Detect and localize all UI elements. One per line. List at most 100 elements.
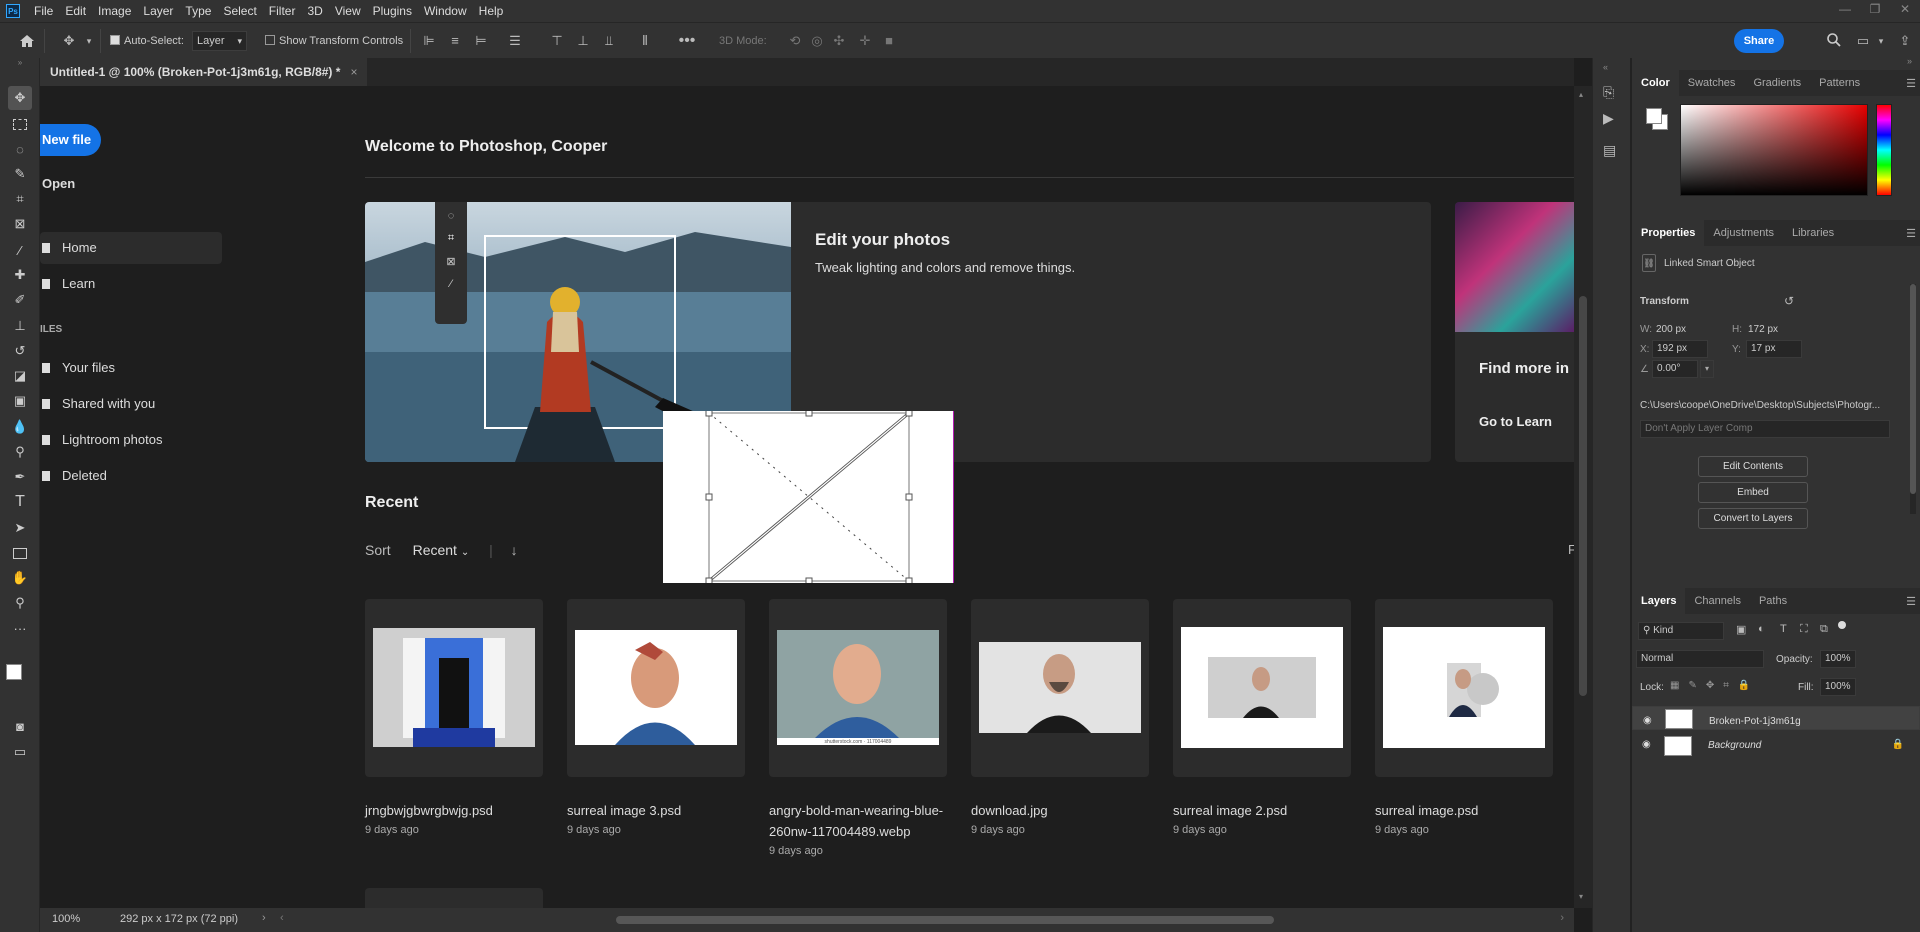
close-tab-icon[interactable]: × — [350, 65, 357, 79]
tab-patterns[interactable]: Patterns — [1810, 70, 1869, 96]
3d-orbit-icon[interactable]: ⟲ — [786, 32, 804, 50]
scroll-down-icon[interactable]: ▾ — [1579, 892, 1583, 901]
menu-layer[interactable]: Layer — [137, 0, 179, 22]
tab-libraries[interactable]: Libraries — [1783, 220, 1843, 246]
sidebar-item-shared[interactable]: Shared with you — [40, 388, 222, 420]
distribute-vertical-icon[interactable]: ⫴ — [636, 32, 654, 50]
visibility-eye-icon[interactable]: ◉ — [1642, 739, 1651, 750]
sidebar-item-deleted[interactable]: Deleted — [40, 460, 222, 492]
tab-swatches[interactable]: Swatches — [1679, 70, 1745, 96]
recent-file-name[interactable]: surreal image.psd 9 days ago — [1375, 800, 1557, 839]
type-tool-icon[interactable]: T — [8, 490, 32, 514]
sidebar-item-lightroom[interactable]: Lightroom photos — [40, 424, 222, 456]
share-export-icon[interactable]: ⇪ — [1896, 32, 1914, 50]
minimize-icon[interactable]: — — [1836, 2, 1854, 16]
auto-select-target-dropdown[interactable]: Layer ▾ — [192, 31, 247, 51]
recent-file-name[interactable]: download.jpg 9 days ago — [971, 800, 1153, 839]
image-filter-icon[interactable]: ▣ — [1736, 623, 1746, 636]
convert-to-layers-button[interactable]: Convert to Layers — [1698, 508, 1808, 529]
sidebar-item-learn[interactable]: Learn — [40, 268, 222, 300]
chevron-right-icon[interactable]: › — [262, 912, 266, 924]
3d-pan-icon[interactable]: ✣ — [830, 32, 848, 50]
embed-button[interactable]: Embed — [1698, 482, 1808, 503]
collapse-chevrons-icon[interactable]: « — [1603, 62, 1608, 72]
menu-type[interactable]: Type — [179, 0, 217, 22]
properties-scrollbar[interactable] — [1910, 284, 1916, 514]
recent-file-card[interactable] — [365, 888, 543, 908]
width-value[interactable]: 200 px — [1656, 324, 1686, 335]
search-icon[interactable] — [1826, 32, 1844, 50]
tab-color[interactable]: Color — [1632, 70, 1679, 96]
new-file-button[interactable]: New file — [40, 124, 101, 156]
frame-tool-icon[interactable]: ⊠ — [8, 212, 32, 236]
angle-field[interactable]: 0.00° — [1652, 360, 1698, 378]
recent-file-card[interactable] — [1375, 599, 1553, 777]
quick-selection-tool-icon[interactable]: ✎ — [8, 162, 32, 186]
recent-file-card[interactable] — [365, 599, 543, 777]
clone-stamp-tool-icon[interactable]: ⊥ — [8, 314, 32, 338]
auto-select-checkbox[interactable]: Auto-Select: — [110, 35, 184, 47]
eyedropper-tool-icon[interactable]: ⁄ — [8, 238, 32, 262]
scrollbar-thumb[interactable] — [1910, 284, 1916, 494]
edit-contents-button[interactable]: Edit Contents — [1698, 456, 1808, 477]
dodge-tool-icon[interactable]: ⚲ — [8, 440, 32, 464]
placed-smart-object[interactable] — [663, 411, 954, 583]
vertical-scrollbar[interactable]: ▴ ▾ — [1574, 86, 1592, 908]
menu-view[interactable]: View — [329, 0, 367, 22]
collapse-chevrons-icon[interactable]: » — [0, 58, 40, 67]
quick-mask-icon[interactable]: ◙ — [8, 714, 32, 738]
tab-properties[interactable]: Properties — [1632, 220, 1705, 246]
foreground-color-swatch[interactable] — [1646, 108, 1662, 124]
rectangle-tool-icon[interactable] — [8, 541, 32, 565]
checkbox-unchecked-icon[interactable] — [265, 35, 275, 45]
workspace-icon[interactable]: ▭ — [1854, 32, 1872, 50]
distribute-icon[interactable]: ☰ — [506, 32, 524, 50]
scrollbar-thumb[interactable] — [1579, 296, 1587, 696]
zoom-tool-icon[interactable]: ⚲ — [8, 591, 32, 615]
layer-row[interactable]: ◉ Broken-Pot-1j3m61g — [1632, 706, 1920, 730]
tab-adjustments[interactable]: Adjustments — [1704, 220, 1783, 246]
restore-icon[interactable]: ❐ — [1866, 2, 1884, 16]
tab-gradients[interactable]: Gradients — [1744, 70, 1810, 96]
layer-name[interactable]: Background — [1708, 740, 1761, 751]
layer-row[interactable]: ◉ Background 🔒 — [1632, 734, 1920, 758]
filter-toggle-icon[interactable] — [1838, 621, 1846, 629]
scroll-up-icon[interactable]: ▴ — [1579, 90, 1583, 99]
recent-file-name[interactable]: surreal image 2.psd 9 days ago — [1173, 800, 1355, 839]
align-middle-icon[interactable]: ⊥ — [574, 32, 592, 50]
sort-dropdown[interactable]: Recent ⌄ — [413, 542, 470, 558]
menu-window[interactable]: Window — [418, 0, 473, 22]
fill-field[interactable]: 100% — [1820, 678, 1856, 696]
tab-channels[interactable]: Channels — [1685, 588, 1749, 614]
recent-file-card[interactable] — [567, 599, 745, 777]
scroll-left-icon[interactable]: ‹ — [280, 912, 284, 924]
recent-file-name[interactable]: angry-bold-man-wearing-blue-260nw-117004… — [769, 800, 945, 860]
color-picker-field[interactable] — [1680, 104, 1868, 196]
recent-file-card[interactable] — [1173, 599, 1351, 777]
history-panel-icon[interactable]: ⎘ — [1603, 84, 1614, 101]
collapse-chevrons-icon[interactable]: » — [1907, 56, 1912, 66]
align-center-icon[interactable]: ≡ — [446, 32, 464, 50]
chevron-down-icon[interactable]: ▾ — [1700, 360, 1714, 378]
height-value[interactable]: 172 px — [1748, 324, 1778, 335]
chevron-down-icon[interactable]: ▾ — [80, 32, 98, 50]
panel-menu-icon[interactable]: ☰ — [1906, 227, 1916, 240]
recent-file-card[interactable] — [971, 599, 1149, 777]
menu-file[interactable]: File — [28, 0, 59, 22]
history-brush-tool-icon[interactable]: ↺ — [8, 339, 32, 363]
menu-help[interactable]: Help — [473, 0, 510, 22]
3d-camera-icon[interactable]: ■ — [880, 32, 898, 50]
align-bottom-icon[interactable]: ⫫ — [600, 32, 618, 50]
more-tools-icon[interactable]: ··· — [8, 616, 32, 640]
smart-object-filter-icon[interactable]: ⧉ — [1820, 623, 1828, 636]
adjustment-filter-icon[interactable]: ◐ — [1758, 623, 1765, 635]
menu-edit[interactable]: Edit — [59, 0, 92, 22]
tab-layers[interactable]: Layers — [1632, 588, 1686, 614]
3d-slide-icon[interactable]: ✛ — [856, 32, 874, 50]
learn-card[interactable]: Find more in Go to Learn — [1455, 202, 1574, 462]
zoom-level[interactable]: 100% — [52, 913, 80, 925]
align-right-icon[interactable]: ⊨ — [472, 32, 490, 50]
document-tab[interactable]: Untitled-1 @ 100% (Broken-Pot-1j3m61g, R… — [40, 58, 368, 86]
crop-tool-icon[interactable]: ⌗ — [8, 187, 32, 211]
sidebar-item-home[interactable]: Home — [40, 232, 222, 264]
